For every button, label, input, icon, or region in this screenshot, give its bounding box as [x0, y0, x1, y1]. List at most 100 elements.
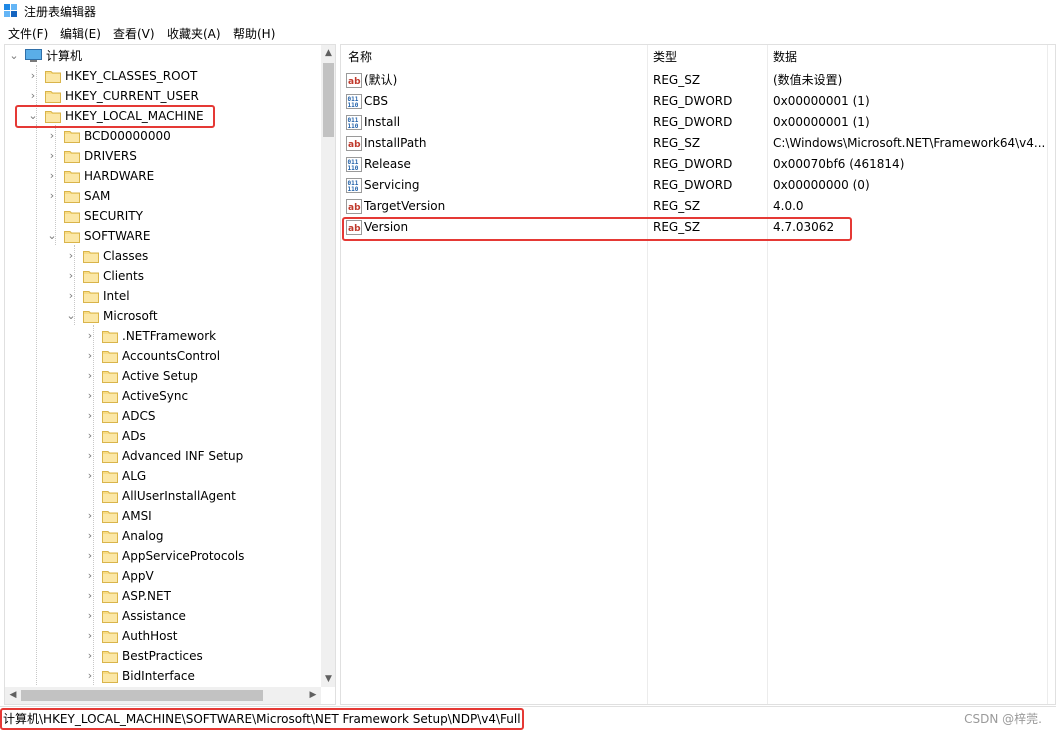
chevron-right-icon[interactable]: › — [46, 128, 58, 144]
chevron-right-icon[interactable]: › — [84, 428, 96, 444]
list-row[interactable]: InstallPath REG_SZ C:\Windows\Microsoft.NE… — [341, 133, 1055, 154]
tree-node-bestpractices[interactable]: › BestPractices — [5, 646, 317, 666]
tree-node-alluserinstallagent[interactable]: AllUserInstallAgent — [5, 486, 317, 506]
tree-label: Intel — [103, 289, 130, 303]
chevron-right-icon[interactable]: › — [84, 368, 96, 384]
folder-icon — [83, 309, 99, 323]
chevron-right-icon[interactable]: › — [46, 188, 58, 204]
tree-node-activesync[interactable]: › ActiveSync — [5, 386, 317, 406]
tree-node-bidinterface[interactable]: › BidInterface — [5, 666, 317, 686]
folder-icon — [102, 589, 118, 603]
tree-node-clients[interactable]: › Clients — [5, 266, 317, 286]
list-row[interactable]: Servicing REG_DWORD 0x00000000 (0) — [341, 175, 1055, 196]
chevron-right-icon[interactable]: › — [65, 288, 77, 304]
tree-node-drivers[interactable]: › DRIVERS — [5, 146, 317, 166]
value-name: (默认) — [364, 73, 398, 87]
folder-icon — [102, 529, 118, 543]
chevron-right-icon[interactable]: › — [84, 648, 96, 664]
tree-vertical-scroll-thumb[interactable] — [323, 63, 334, 137]
chevron-down-icon[interactable]: ⌄ — [46, 228, 58, 244]
column-header-type[interactable]: 类型 — [653, 49, 677, 65]
tree-node-alg[interactable]: › ALG — [5, 466, 317, 486]
chevron-right-icon[interactable]: › — [84, 448, 96, 464]
chevron-right-icon[interactable]: › — [27, 68, 39, 84]
chevron-right-icon[interactable]: › — [84, 668, 96, 684]
chevron-right-icon[interactable]: › — [84, 528, 96, 544]
list-row[interactable]: CBS REG_DWORD 0x00000001 (1) — [341, 91, 1055, 112]
list-row[interactable]: Install REG_DWORD 0x00000001 (1) — [341, 112, 1055, 133]
tree-label: BestPractices — [122, 649, 203, 663]
tree-node-adcs[interactable]: › ADCS — [5, 406, 317, 426]
tree-node-analog[interactable]: › Analog — [5, 526, 317, 546]
folder-icon — [102, 549, 118, 563]
tree-label: SAM — [84, 189, 111, 203]
scroll-up-icon[interactable]: ▲ — [321, 45, 335, 61]
scroll-down-icon[interactable]: ▼ — [321, 671, 335, 687]
scroll-right-icon[interactable]: ▶ — [305, 687, 321, 704]
list-row[interactable]: (默认) REG_SZ (数值未设置) — [341, 70, 1055, 91]
tree-node-security[interactable]: SECURITY — [5, 206, 317, 226]
chevron-right-icon[interactable]: › — [84, 568, 96, 584]
scroll-left-icon[interactable]: ◀ — [5, 687, 21, 704]
chevron-right-icon[interactable]: › — [84, 468, 96, 484]
tree-node-asp-net[interactable]: › ASP.NET — [5, 586, 317, 606]
chevron-right-icon[interactable]: › — [84, 588, 96, 604]
tree-node-software[interactable]: ⌄ SOFTWARE — [5, 226, 317, 246]
tree-node-intel[interactable]: › Intel — [5, 286, 317, 306]
tree-node-advanced-inf-setup[interactable]: › Advanced INF Setup — [5, 446, 317, 466]
tree-node-active-setup[interactable]: › Active Setup — [5, 366, 317, 386]
tree-horizontal-scroll-thumb[interactable] — [21, 690, 263, 701]
chevron-right-icon[interactable]: › — [84, 388, 96, 404]
list-row[interactable]: Release REG_DWORD 0x00070bf6 (461814) — [341, 154, 1055, 175]
tree-node-accountscontrol[interactable]: › AccountsControl — [5, 346, 317, 366]
folder-icon — [102, 329, 118, 343]
tree-node-appv[interactable]: › AppV — [5, 566, 317, 586]
column-header-data[interactable]: 数据 — [773, 49, 797, 65]
tree-node-bcd00000000[interactable]: › BCD00000000 — [5, 126, 317, 146]
menu-edit[interactable]: 编辑(E) — [60, 26, 101, 42]
folder-icon — [64, 189, 80, 203]
tree-vertical-scrollbar[interactable] — [321, 45, 335, 687]
folder-icon — [102, 349, 118, 363]
tree-node-amsi[interactable]: › AMSI — [5, 506, 317, 526]
list-row[interactable]: TargetVersion REG_SZ 4.0.0 — [341, 196, 1055, 217]
chevron-right-icon[interactable]: › — [27, 88, 39, 104]
tree-node-authhost[interactable]: › AuthHost — [5, 626, 317, 646]
folder-icon — [64, 209, 80, 223]
menu-help[interactable]: 帮助(H) — [233, 26, 275, 42]
tree-node-hardware[interactable]: › HARDWARE — [5, 166, 317, 186]
chevron-right-icon[interactable]: › — [84, 348, 96, 364]
chevron-right-icon[interactable]: › — [84, 548, 96, 564]
tree-label: AllUserInstallAgent — [122, 489, 236, 503]
binary-value-icon — [346, 115, 362, 130]
tree-node-computer[interactable]: ⌄ 计算机 — [5, 46, 317, 66]
chevron-right-icon[interactable]: › — [84, 328, 96, 344]
tree-label: Clients — [103, 269, 144, 283]
chevron-right-icon[interactable]: › — [84, 508, 96, 524]
menu-file[interactable]: 文件(F) — [8, 26, 48, 42]
tree-node-hkey-classes-root[interactable]: › HKEY_CLASSES_ROOT — [5, 66, 317, 86]
chevron-right-icon[interactable]: › — [65, 268, 77, 284]
tree-node-microsoft[interactable]: ⌄ Microsoft — [5, 306, 317, 326]
column-header-name[interactable]: 名称 — [348, 49, 372, 65]
values-list[interactable]: 名称 类型 数据 (默认) REG_SZ (数值未设置) CBS REG_DWORD 0x… — [340, 44, 1056, 705]
tree-node-appserviceprotocols[interactable]: › AppServiceProtocols — [5, 546, 317, 566]
tree-node-hkey-current-user[interactable]: › HKEY_CURRENT_USER — [5, 86, 317, 106]
chevron-down-icon[interactable]: ⌄ — [8, 48, 20, 64]
tree-node-netframework[interactable]: › .NETFramework — [5, 326, 317, 346]
watermark: CSDN @梓莞. — [964, 712, 1042, 726]
menu-view[interactable]: 查看(V) — [113, 26, 155, 42]
chevron-right-icon[interactable]: › — [65, 248, 77, 264]
tree-node-sam[interactable]: › SAM — [5, 186, 317, 206]
tree-node-assistance[interactable]: › Assistance — [5, 606, 317, 626]
tree-node-classes[interactable]: › Classes — [5, 246, 317, 266]
tree-node-ads[interactable]: › ADs — [5, 426, 317, 446]
chevron-right-icon[interactable]: › — [84, 408, 96, 424]
chevron-down-icon[interactable]: ⌄ — [65, 308, 77, 324]
chevron-right-icon[interactable]: › — [46, 148, 58, 164]
registry-tree[interactable]: ⌄ 计算机 › HKEY_CLASSES_ROOT › HKEY_CURRENT_US… — [4, 44, 336, 705]
chevron-right-icon[interactable]: › — [46, 168, 58, 184]
chevron-right-icon[interactable]: › — [84, 628, 96, 644]
menu-favorites[interactable]: 收藏夹(A) — [167, 26, 221, 42]
chevron-right-icon[interactable]: › — [84, 608, 96, 624]
